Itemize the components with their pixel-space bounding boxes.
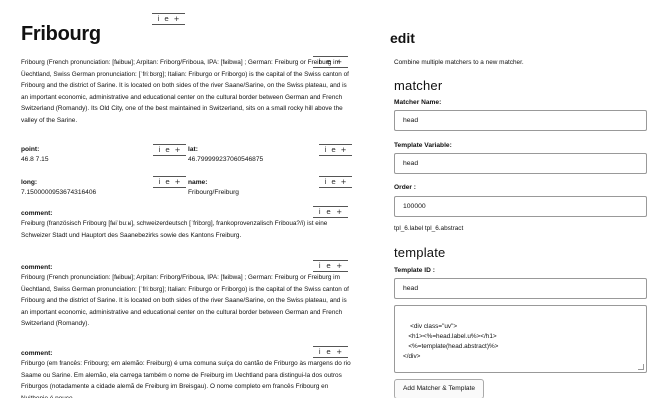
plus-button[interactable]: +	[336, 207, 342, 217]
ie-toolbar-name[interactable]: i e +	[319, 176, 352, 188]
e-button[interactable]: e	[164, 14, 168, 24]
edit-description: Combine multiple matchers to a new match…	[394, 59, 524, 66]
template-variable-label: Template Variable:	[394, 142, 452, 149]
plus-button[interactable]: +	[175, 145, 181, 155]
i-button[interactable]: i	[319, 261, 321, 271]
name-label: name:	[188, 179, 208, 186]
long-value: 7.1500000953674316406	[21, 189, 97, 196]
ie-toolbar-point[interactable]: i e +	[153, 144, 186, 156]
template-id-input[interactable]: head	[394, 278, 647, 299]
comment-text-pt: Friburgo (em francês: Fribourg; em alemã…	[21, 360, 351, 398]
i-button[interactable]: i	[158, 177, 160, 187]
plus-button[interactable]: +	[175, 177, 181, 187]
add-matcher-template-button[interactable]: Add Matcher & Template	[394, 379, 485, 398]
abstract-text: Fribourg (French pronunciation: [fʁibuʁ]…	[21, 59, 349, 124]
template-code-text: <div class="uv"> <h1><%=head.label.u%></…	[403, 323, 499, 360]
long-label: long:	[21, 179, 38, 186]
point-label: point:	[21, 146, 40, 153]
page-title: Fribourg	[21, 23, 101, 45]
e-button[interactable]: e	[326, 261, 330, 271]
e-button[interactable]: e	[331, 177, 335, 187]
e-button[interactable]: e	[326, 347, 330, 357]
matcher-heading: matcher	[394, 78, 443, 93]
ie-toolbar-comment-1[interactable]: i e +	[313, 206, 348, 218]
i-button[interactable]: i	[319, 207, 321, 217]
plus-button[interactable]: +	[336, 261, 342, 271]
edit-panel: edit Combine multiple matchers to a new …	[380, 0, 653, 398]
lat-value: 46.799999237060546875	[188, 156, 264, 163]
point-value: 46.8 7.15	[21, 156, 49, 163]
template-code-textarea[interactable]: <div class="uv"> <h1><%=head.label.u%></…	[394, 305, 647, 373]
e-button[interactable]: e	[326, 207, 330, 217]
plus-button[interactable]: +	[341, 177, 347, 187]
matcher-name-label: Matcher Name:	[394, 99, 442, 106]
template-labels-note: tpl_6.label tpl_6.abstract	[394, 225, 464, 232]
e-button[interactable]: e	[331, 145, 335, 155]
edit-heading: edit	[390, 30, 415, 46]
comment-text-en: Fribourg (French pronunciation: [fʁibuʁ]…	[21, 274, 349, 328]
plus-button[interactable]: +	[174, 14, 180, 24]
comment-label: comment:	[21, 210, 53, 217]
order-input[interactable]: 100000	[394, 196, 647, 217]
i-button[interactable]: i	[158, 145, 160, 155]
comment-label: comment:	[21, 350, 53, 357]
i-button[interactable]: i	[324, 177, 326, 187]
ie-toolbar-long[interactable]: i e +	[153, 176, 186, 188]
ie-toolbar-comment-2[interactable]: i e +	[313, 260, 348, 272]
template-id-label: Template ID :	[394, 267, 435, 274]
matcher-name-input[interactable]: head	[394, 110, 647, 131]
i-button[interactable]: i	[157, 14, 159, 24]
template-heading: template	[394, 245, 446, 260]
ie-toolbar-comment-3[interactable]: i e +	[313, 346, 348, 358]
lat-label: lat:	[188, 146, 198, 153]
ie-toolbar-lat[interactable]: i e +	[319, 144, 352, 156]
resource-panel: i e + Fribourg i e + Fribourg (French pr…	[0, 0, 360, 398]
e-button[interactable]: e	[165, 177, 169, 187]
plus-button[interactable]: +	[336, 347, 342, 357]
comment-label: comment:	[21, 264, 53, 271]
order-label: Order :	[394, 184, 416, 191]
template-variable-input[interactable]: head	[394, 153, 647, 174]
plus-button[interactable]: +	[341, 145, 347, 155]
e-button[interactable]: e	[165, 145, 169, 155]
ie-toolbar-title[interactable]: i e +	[152, 13, 185, 25]
i-button[interactable]: i	[324, 145, 326, 155]
name-value: Fribourg/Freiburg	[188, 189, 239, 196]
resize-handle-icon[interactable]	[638, 364, 644, 370]
comment-text-de: Freiburg (französisch Fribourg [fʁiˈbuːʁ…	[21, 220, 328, 239]
i-button[interactable]: i	[319, 347, 321, 357]
